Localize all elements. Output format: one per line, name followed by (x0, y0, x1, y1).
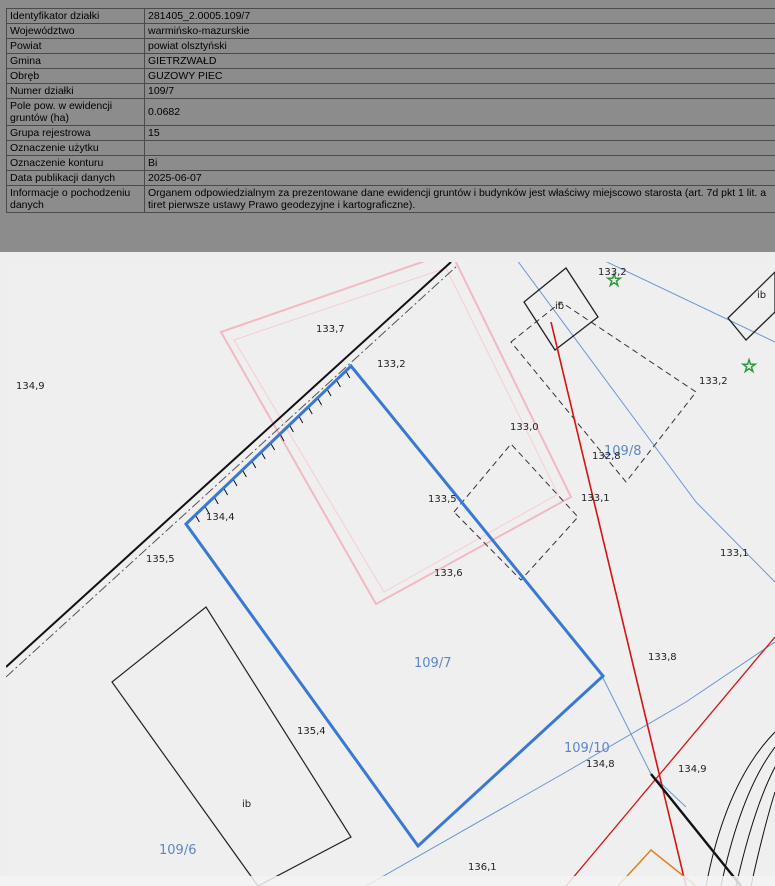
height-label: 135,5 (146, 554, 175, 565)
info-label: Województwo (6, 23, 145, 39)
parcel-info-panel: Identyfikator działki 281405_2.0005.109/7… (0, 0, 775, 252)
info-label: Informacje o pochodzeniu danych (6, 185, 145, 213)
parcel-info-table: Identyfikator działki 281405_2.0005.109/7… (6, 8, 775, 213)
info-row: Identyfikator działki 281405_2.0005.109/7 (6, 8, 775, 24)
tree-star-icon: ☆ (741, 356, 757, 377)
height-label: 133,5 (428, 494, 457, 505)
info-row: Oznaczenie konturu Bi (6, 155, 775, 171)
contour-lines (705, 731, 775, 886)
info-row: Grupa rejestrowa 15 (6, 125, 775, 141)
info-value: Organem odpowiedzialnym za prezentowane … (144, 185, 775, 213)
info-row: Województwo warmińsko-mazurskie (6, 23, 775, 39)
height-label: 134,8 (586, 759, 615, 770)
height-label: 135,4 (297, 726, 326, 737)
info-label: Grupa rejestrowa (6, 125, 145, 141)
info-label: Obręb (6, 68, 145, 84)
info-value: 109/7 (144, 83, 775, 99)
info-value: 15 (144, 125, 775, 141)
building-type-label: ib (242, 799, 251, 810)
info-row: Data publikacji danych 2025-06-07 (6, 170, 775, 186)
road-hatching (185, 370, 351, 532)
height-label: 133,1 (581, 493, 610, 504)
info-row: Pole pow. w ewidencji gruntów (ha) 0.0682 (6, 98, 775, 126)
info-value: powiat olsztyński (144, 38, 775, 54)
height-label: 134,4 (206, 512, 235, 523)
info-label: Pole pow. w ewidencji gruntów (ha) (6, 98, 145, 126)
dashed-building-outline (453, 443, 579, 581)
building-type-label: ib (757, 290, 766, 301)
parcel-label-109-10: 109/10 (564, 741, 610, 756)
red-utility-line (550, 321, 687, 886)
info-value: GUZOWY PIEC (144, 68, 775, 84)
info-row: Powiat powiat olsztyński (6, 38, 775, 54)
height-label: 136,1 (468, 862, 497, 873)
info-row: Informacje o pochodzeniu danych Organem o… (6, 185, 775, 213)
height-label: 133,6 (434, 568, 463, 579)
height-label: 132,8 (592, 451, 621, 462)
info-label: Gmina (6, 53, 145, 69)
height-label: 133,1 (720, 548, 749, 559)
info-value: 2025-06-07 (144, 170, 775, 186)
height-label: 133,0 (510, 422, 539, 433)
map-view[interactable]: ☆ ☆ 109/7 109/8 109/6 109/10 ib ib ib 13… (6, 262, 775, 886)
info-value: 0.0682 (144, 98, 775, 126)
info-label: Oznaczenie konturu (6, 155, 145, 171)
building-outline (727, 271, 775, 341)
parcel-label-109-6: 109/6 (159, 843, 196, 858)
road-edge-line (6, 264, 459, 678)
cadastral-map[interactable]: ☆ ☆ 109/7 109/8 109/6 109/10 ib ib ib 13… (6, 262, 775, 886)
info-row: Gmina GIETRZWAŁD (6, 53, 775, 69)
info-value (144, 140, 775, 156)
info-label: Numer działki (6, 83, 145, 99)
building-type-label: ib (555, 301, 564, 312)
info-value: 281405_2.0005.109/7 (144, 8, 775, 24)
info-row: Numer działki 109/7 (6, 83, 775, 99)
parcel-boundary-line (365, 641, 775, 886)
parcel-boundary-line (601, 675, 687, 808)
height-label: 133,2 (598, 267, 627, 278)
height-label: 133,2 (377, 359, 406, 370)
road-edge-line (650, 773, 742, 886)
info-value: warmińsko-mazurskie (144, 23, 775, 39)
height-label: 133,7 (316, 324, 345, 335)
selected-parcel-109-7[interactable] (184, 363, 606, 849)
height-label: 133,8 (648, 652, 677, 663)
building-outline-109-6 (111, 606, 352, 886)
road-edge-line (6, 262, 452, 668)
height-label: 134,9 (16, 381, 45, 392)
info-label: Data publikacji danych (6, 170, 145, 186)
info-row: Obręb GUZOWY PIEC (6, 68, 775, 84)
parcel-label-109-7: 109/7 (414, 656, 451, 671)
info-row: Oznaczenie użytku (6, 140, 775, 156)
info-label: Oznaczenie użytku (6, 140, 145, 156)
height-label: 133,2 (699, 376, 728, 387)
height-label: 134,9 (678, 764, 707, 775)
info-value: Bi (144, 155, 775, 171)
info-value: GIETRZWAŁD (144, 53, 775, 69)
info-label: Identyfikator działki (6, 8, 145, 24)
map-footer-strip (0, 876, 775, 886)
info-label: Powiat (6, 38, 145, 54)
